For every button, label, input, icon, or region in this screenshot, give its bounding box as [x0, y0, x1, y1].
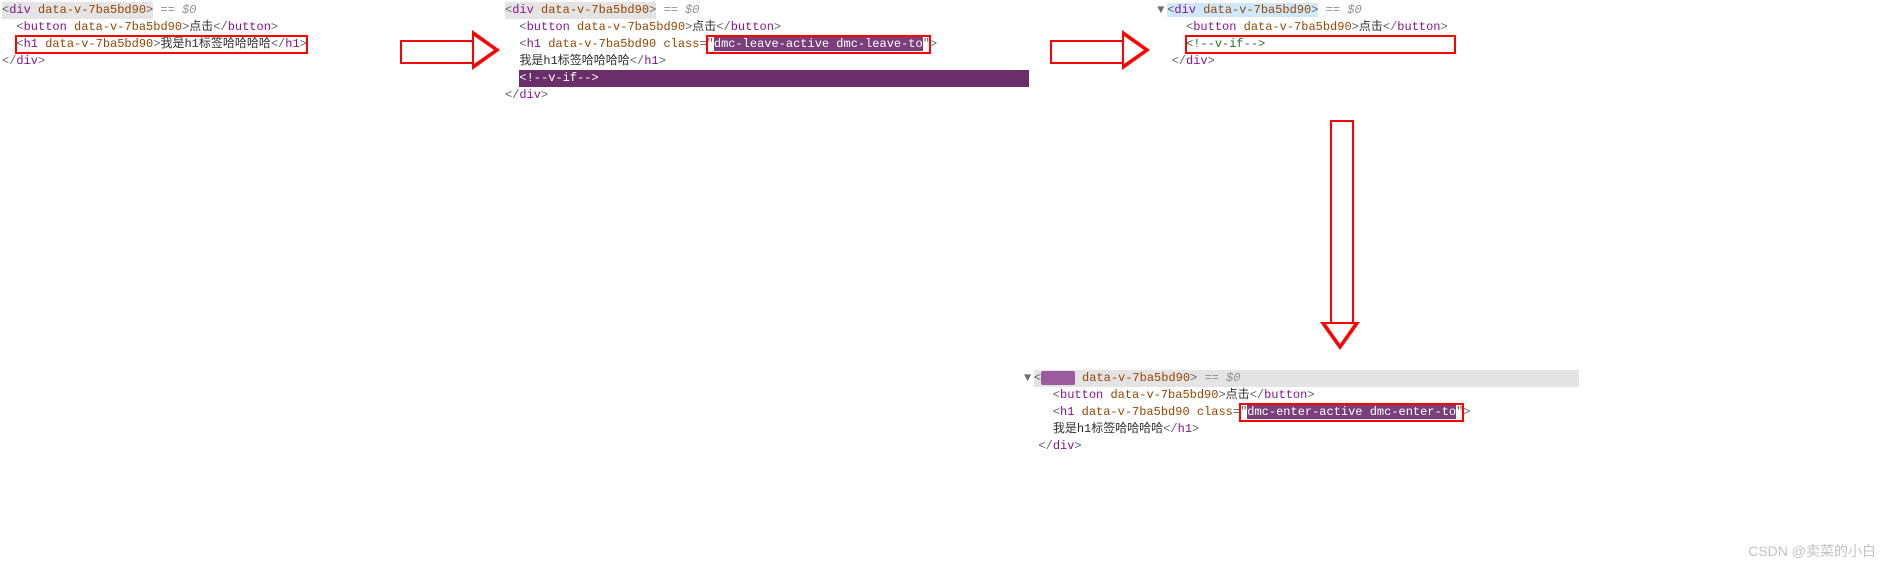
line-div-open: ▼<div data-v-7ba5bd90> == $0	[1150, 2, 1570, 19]
line-div-close: </div>	[2, 53, 402, 70]
line-div-open: <div data-v-7ba5bd90> == $0	[505, 2, 1045, 19]
line-h1-text: 我是h1标签哈哈哈哈</h1>	[1024, 421, 1584, 438]
line-div-close: </div>	[505, 87, 1045, 104]
devtools-panel-4: ▼< data-v-7ba5bd90> == $0 <button data-v…	[1024, 370, 1584, 455]
line-h1-text: 我是h1标签哈哈哈哈</h1>	[505, 53, 1045, 70]
line-h1-open: <h1 data-v-7ba5bd90 class="dmc-leave-act…	[505, 36, 1045, 53]
devtools-panel-3: ▼<div data-v-7ba5bd90> == $0 <button dat…	[1150, 2, 1570, 70]
arrow-right-icon	[400, 30, 500, 70]
arrow-right-icon	[1050, 30, 1150, 70]
line-div-open: ▼< data-v-7ba5bd90> == $0	[1024, 370, 1584, 387]
line-vif: <!--v-if-->	[1150, 36, 1570, 53]
arrow-down-icon	[1320, 120, 1360, 350]
line-h1-open: <h1 data-v-7ba5bd90 class="dmc-enter-act…	[1024, 404, 1584, 421]
line-vif: <!--v-if-->	[505, 70, 1045, 87]
line-button: <button data-v-7ba5bd90>点击</button>	[1024, 387, 1584, 404]
line-div-close: </div>	[1024, 438, 1584, 455]
line-button: <button data-v-7ba5bd90>点击</button>	[1150, 19, 1570, 36]
line-button: <button data-v-7ba5bd90>点击</button>	[505, 19, 1045, 36]
line-h1: <h1 data-v-7ba5bd90>我是h1标签哈哈哈哈</h1>	[2, 36, 402, 53]
line-div-close: </div>	[1150, 53, 1570, 70]
line-div-open: <div data-v-7ba5bd90> == $0	[2, 2, 402, 19]
devtools-panel-1: <div data-v-7ba5bd90> == $0 <button data…	[2, 2, 402, 70]
line-button: <button data-v-7ba5bd90>点击</button>	[2, 19, 402, 36]
devtools-panel-2: <div data-v-7ba5bd90> == $0 <button data…	[505, 2, 1045, 104]
watermark-text: CSDN @卖菜的小白	[1748, 541, 1876, 561]
